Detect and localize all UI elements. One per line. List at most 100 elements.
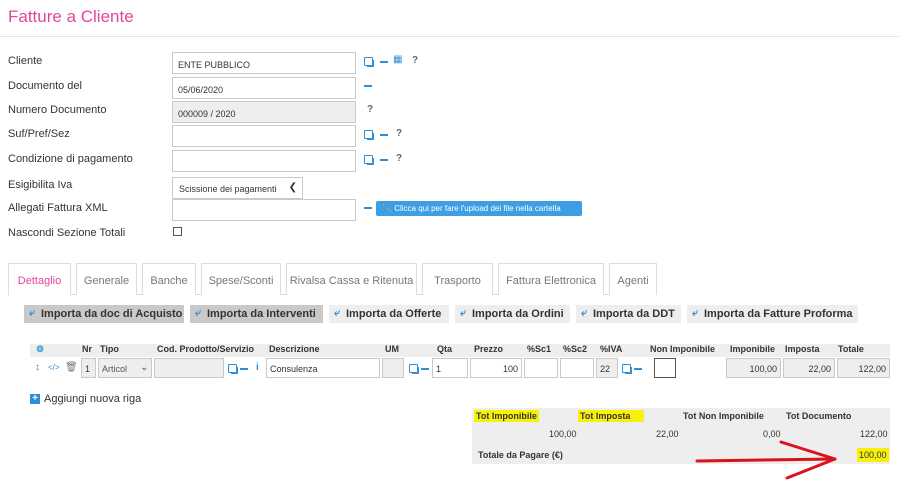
row-sc2-input[interactable] [560,358,594,378]
col-non-imponibile: Non Imponibile [650,344,715,354]
tot-non-imponibile-value: 0,00 [763,429,781,439]
minus-icon[interactable] [240,368,248,370]
row-tipo-value: Articol [102,364,128,374]
numero-documento-label: Numero Documento [8,104,107,116]
import-icon: ⤶ [29,307,36,319]
import-doc-acquisto-button[interactable]: ⤶ Importa da doc di Acquisto [24,305,184,323]
chevron-down-icon: ⌄ [140,362,148,372]
row-non-imponibile-checkbox[interactable] [654,358,676,378]
tab-generale[interactable]: Generale [76,263,137,295]
import-ddt-button[interactable]: ⤶ Importa da DDT [576,305,681,323]
minus-icon[interactable] [634,368,642,370]
suf-pref-sez-input[interactable] [172,125,356,147]
suf-pref-sez-label: Suf/Pref/Sez [8,128,70,140]
page-title: Fatture a Cliente [8,7,134,26]
col-cod-prodotto: Cod. Prodotto/Servizio [157,344,255,354]
documento-del-input[interactable]: 05/06/2020 [172,77,356,99]
import-interventi-button[interactable]: ⤶ Importa da Interventi [190,305,323,323]
row-descrizione-input[interactable]: Consulenza [266,358,380,378]
row-cod-prodotto-input[interactable] [154,358,224,378]
row-sc1-input[interactable] [524,358,558,378]
tab-rivalsa-cassa[interactable]: Rivalsa Cassa e Ritenuta [286,263,417,295]
import-ordini-label: Importa da Ordini [472,308,564,320]
tab-trasporto[interactable]: Trasporto [422,263,493,295]
col-sc2: %Sc2 [563,344,588,354]
import-offerte-label: Importa da Offerte [346,308,442,320]
tot-imposta-value: 22,00 [656,429,679,439]
minus-icon[interactable] [380,159,388,161]
help-icon[interactable]: ? [396,128,402,139]
help-icon[interactable]: ? [367,104,373,115]
minus-icon[interactable] [380,134,388,136]
nascondi-totali-label: Nascondi Sezione Totali [8,227,126,239]
row-nr: 1 [81,358,96,378]
drag-handle-icon[interactable]: ↕ [35,362,40,373]
esigibilita-iva-select[interactable]: Scissione dei pagamenti ❮ [172,177,303,199]
trash-icon[interactable]: 🗑 [65,362,78,373]
minus-icon[interactable] [364,85,372,87]
col-imposta: Imposta [785,344,820,354]
copy-icon[interactable] [228,364,238,374]
tab-fattura-elettronica[interactable]: Fattura Elettronica [498,263,604,295]
tot-non-imponibile-label: Tot Non Imponibile [683,411,764,421]
row-um-input[interactable] [382,358,404,378]
import-interventi-label: Importa da Interventi [207,308,316,320]
title-divider [0,36,899,37]
col-nr: Nr [82,344,93,354]
upload-button[interactable]: 📎 Clicca qui per fare l'upload dei file … [376,201,582,216]
col-prezzo: Prezzo [474,344,504,354]
tot-imposta-label: Tot Imposta [578,410,644,422]
allegati-fattura-label: Allegati Fattura XML [8,202,108,214]
cliente-input[interactable]: ENTE PUBBLICO [172,52,356,74]
import-offerte-button[interactable]: ⤶ Importa da Offerte [329,305,449,323]
tot-documento-label: Tot Documento [786,411,852,421]
red-arrow-annotation [695,440,837,480]
row-tipo-select[interactable]: Articol ⌄ [98,358,152,378]
copy-icon[interactable] [622,364,632,374]
minus-icon[interactable] [364,207,372,209]
tab-dettaglio[interactable]: Dettaglio [8,263,71,296]
chevron-down-icon: ❮ [288,182,297,193]
add-row-link[interactable]: Aggiungi nuova riga [44,393,141,405]
condizione-pagamento-input[interactable] [172,150,356,172]
paperclip-icon: 📎 [382,204,392,213]
upload-button-label: Clicca qui per fare l'upload dei file ne… [394,204,561,213]
col-tipo: Tipo [100,344,119,354]
row-qta-input[interactable]: 1 [432,358,468,378]
help-icon[interactable]: ? [412,55,418,66]
copy-icon[interactable] [409,364,419,374]
import-ordini-button[interactable]: ⤶ Importa da Ordini [455,305,570,323]
row-iva-input[interactable]: 22 [596,358,618,378]
import-icon: ⤶ [334,307,341,319]
import-fatture-proforma-label: Importa da Fatture Proforma [704,308,853,320]
nascondi-totali-checkbox[interactable] [173,227,182,236]
copy-icon[interactable] [364,130,374,140]
copy-icon[interactable] [364,155,374,165]
import-icon: ⤶ [460,307,467,319]
cliente-label: Cliente [8,55,43,67]
help-icon[interactable]: ? [396,153,402,164]
totale-pagare-label: Totale da Pagare (€) [478,450,563,460]
minus-icon[interactable] [380,61,388,63]
tab-agenti[interactable]: Agenti [609,263,657,295]
col-imponibile: Imponibile [730,344,775,354]
copy-icon[interactable] [364,57,374,67]
tab-banche[interactable]: Banche [142,263,196,295]
plus-icon[interactable]: + [30,394,40,404]
info-icon[interactable]: i [256,362,259,373]
import-icon: ⤶ [195,307,202,319]
gear-icon[interactable]: ⚙ [36,344,44,355]
tab-bar: Dettaglio Generale Banche Spese/Sconti R… [8,263,657,296]
row-imposta: 22,00 [783,358,835,378]
row-totale: 122,00 [837,358,890,378]
allegati-fattura-input[interactable] [172,199,356,221]
import-ddt-label: Importa da DDT [593,308,675,320]
numero-documento-input: 000009 / 2020 [172,101,356,123]
code-icon[interactable]: </> [48,363,60,372]
import-fatture-proforma-button[interactable]: ⤶ Importa da Fatture Proforma [687,305,858,323]
calendar-icon[interactable]: ▦ [393,54,402,65]
totale-pagare-value: 100,00 [857,448,889,462]
minus-icon[interactable] [421,368,429,370]
row-prezzo-input[interactable]: 100 [470,358,522,378]
tab-spese-sconti[interactable]: Spese/Sconti [201,263,281,295]
